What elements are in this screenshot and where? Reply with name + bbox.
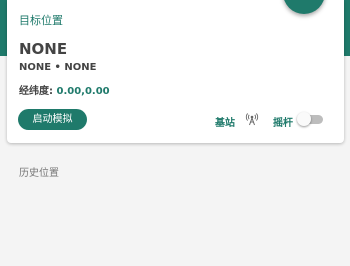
coordinates-value: 0.00,0.00 bbox=[56, 86, 110, 97]
coordinates-label: 经纬度: bbox=[19, 86, 57, 97]
joystick-toggle[interactable] bbox=[297, 112, 323, 126]
base-station-label[interactable]: 基站 bbox=[215, 114, 235, 129]
location-name: NONE bbox=[19, 40, 68, 58]
card-title: 目标位置 bbox=[19, 14, 63, 27]
antenna-icon[interactable] bbox=[245, 112, 259, 126]
joystick-label: 摇杆 bbox=[273, 118, 293, 129]
start-simulation-button[interactable]: 启动模拟 bbox=[18, 109, 87, 130]
location-subtitle: NONE • NONE bbox=[19, 62, 97, 73]
coordinates-row: 经纬度: 0.00,0.00 bbox=[19, 82, 110, 97]
target-location-card: 目标位置 NONE NONE • NONE 经纬度: 0.00,0.00 启动模… bbox=[7, 0, 344, 143]
history-title: 历史位置 bbox=[19, 168, 59, 179]
toggle-thumb bbox=[297, 112, 311, 126]
